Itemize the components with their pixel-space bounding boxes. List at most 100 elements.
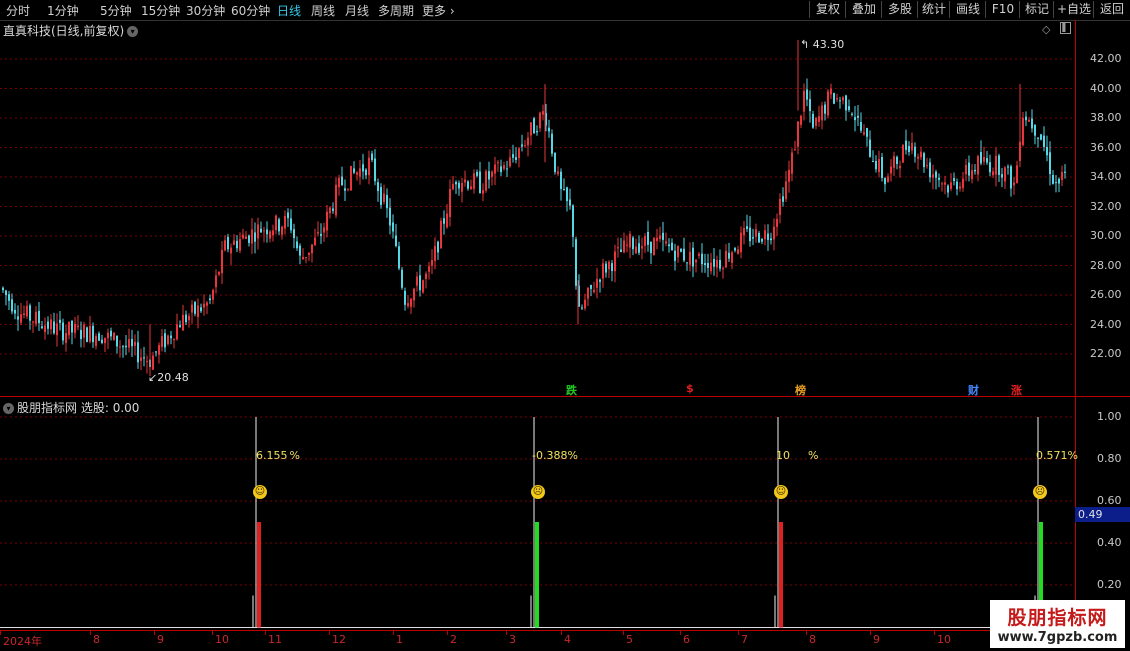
candle-body [380,187,382,205]
candle-body [743,227,745,236]
candle-body [1037,137,1039,139]
candle-body [35,311,37,324]
candle-body [83,324,85,338]
candle-body [728,252,730,259]
candle-body [59,319,61,323]
multi-stock-button[interactable]: 多股 [881,1,918,18]
candle-body [134,341,136,346]
candle-body [20,314,22,323]
candle-body [749,227,751,242]
date-tick [90,631,91,635]
candle-body [734,248,736,251]
indicator-tick-label: 0.40 [1097,536,1122,549]
candle-body [653,238,655,256]
candle-body [404,290,406,305]
candle-body [38,310,40,324]
candle-body [944,182,946,185]
candle-body [416,276,418,286]
candle-body [797,121,799,147]
candle-body [836,98,838,100]
candle-body [881,157,883,178]
tab-weekly[interactable]: 周线 [311,2,335,19]
candle-body [47,321,49,329]
candle-body [677,246,679,258]
candle-body [152,355,154,370]
tab-fenshi[interactable]: 分时 [6,2,30,19]
date-label: 4 [564,633,571,646]
smile-face-icon: ☺ [774,485,788,499]
candle-body [860,122,862,131]
candle-body [530,122,532,136]
candle-body [167,335,169,344]
candle-body [137,342,139,363]
candle-body [575,239,577,286]
tab-5min[interactable]: 5分钟 [100,2,132,19]
candle-body [62,322,64,341]
candle-body [719,259,721,269]
candle-body [1010,166,1012,189]
candle-body [1064,171,1066,173]
overlay-button[interactable]: 叠加 [845,1,882,18]
candle-body [866,127,868,137]
candle-body [65,333,67,343]
candle-body [614,251,616,272]
date-tick [329,631,330,635]
back-button[interactable]: 返回 [1093,1,1130,18]
candle-body [962,178,964,188]
tab-monthly[interactable]: 月线 [345,2,369,19]
candle-body [464,179,466,183]
candle-body [926,165,928,167]
candle-body [890,166,892,174]
candle-body [1031,118,1033,129]
candle-body [74,323,76,333]
candle-body [1055,182,1057,184]
date-tick [0,631,1,635]
candle-body [599,279,601,282]
tab-60min[interactable]: 60分钟 [231,2,270,19]
tab-multi-period[interactable]: 多周期 [378,2,414,19]
candle-body [1043,135,1045,147]
date-label: 10 [215,633,229,646]
add-watchlist-button[interactable]: +自选 [1053,1,1094,18]
tab-15min[interactable]: 15分钟 [141,2,180,19]
candle-body [356,172,358,175]
candle-body [899,165,901,169]
date-label: 12 [332,633,346,646]
candle-body [830,88,832,95]
candle-body [98,333,100,341]
candle-body [296,241,298,249]
candle-body [293,229,295,239]
candle-body [215,275,217,288]
candle-body [302,257,304,260]
draw-button[interactable]: 画线 [949,1,986,18]
candle-body [368,157,370,176]
event-tag-dollar[interactable]: $ [686,382,694,395]
candle-body [440,220,442,249]
f10-button[interactable]: F10 [985,1,1020,18]
candle-body [476,172,478,176]
candle-body [848,106,850,110]
candle-body [593,289,595,293]
fuquan-button[interactable]: 复权 [809,1,846,18]
candle-body [383,193,385,203]
candle-body [947,185,949,193]
tab-daily[interactable]: 日线 [277,2,301,19]
candle-body [641,246,643,249]
tab-30min[interactable]: 30分钟 [186,2,225,19]
stats-button[interactable]: 统计 [917,1,950,18]
tab-more[interactable]: 更多 › [422,2,455,19]
signal-pct-1: 6.155% [256,449,300,462]
candle-body [626,244,628,246]
watermark-url: www.7gpzb.com [997,630,1118,645]
mark-button[interactable]: 标记 [1019,1,1054,18]
candle-body [770,238,772,241]
candle-body [170,335,172,339]
candle-body [893,156,895,168]
candle-body [965,164,967,175]
candle-body [791,152,793,174]
candle-body [752,237,754,239]
tab-1min[interactable]: 1分钟 [47,2,79,19]
candle-body [467,181,469,189]
candle-body [14,309,16,314]
candle-body [986,158,988,163]
